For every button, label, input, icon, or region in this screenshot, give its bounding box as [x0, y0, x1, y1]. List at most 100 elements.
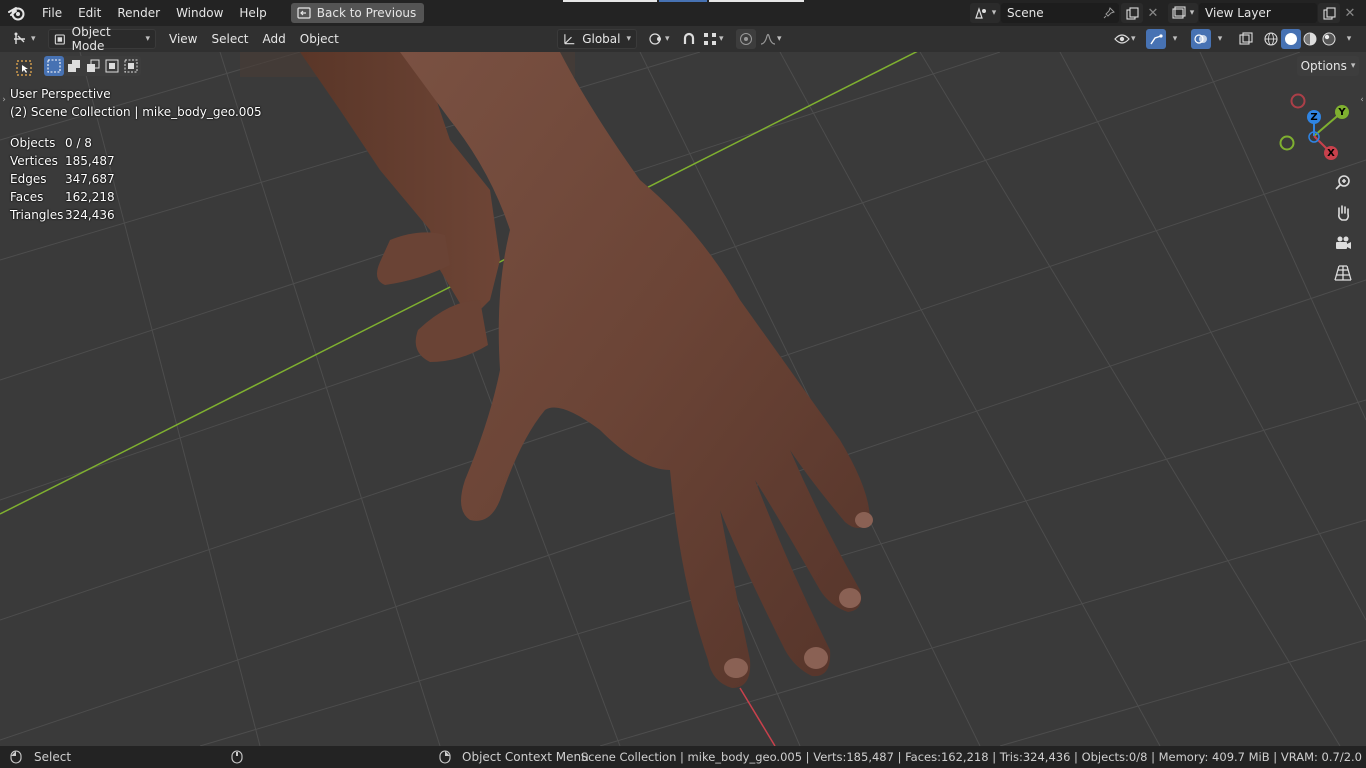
rendered-shading-button[interactable] — [1319, 29, 1339, 49]
editor-type-icon — [14, 32, 25, 44]
status-info: Scene Collection | mike_body_geo.005 | V… — [580, 750, 1362, 764]
overlay-icon — [1194, 34, 1207, 44]
gizmo-dropdown[interactable]: ▾ — [1167, 29, 1183, 49]
gizmo-y-axis[interactable]: Y — [1335, 105, 1349, 119]
toolbar-expand-arrow[interactable]: › — [0, 94, 8, 106]
blender-logo-icon[interactable] — [0, 0, 34, 26]
new-scene-button[interactable] — [1121, 3, 1143, 23]
workspace-tab-indicator[interactable] — [563, 0, 657, 2]
stat-value: 347,687 — [65, 172, 115, 186]
duplicate-icon — [1322, 6, 1336, 20]
wireframe-shading-icon — [1264, 32, 1278, 46]
pin-scene-icon[interactable] — [1101, 5, 1117, 21]
options-dropdown[interactable]: Options ▾ — [1297, 56, 1359, 76]
scene-icon — [974, 7, 986, 19]
material-shading-button[interactable] — [1300, 29, 1320, 49]
sidebar-expand-arrow[interactable]: ‹ — [1358, 94, 1366, 106]
gizmo-toggle[interactable] — [1146, 29, 1166, 49]
transform-orientation-label: Global — [582, 32, 621, 46]
view-layer-name-field[interactable]: View Layer — [1199, 3, 1317, 23]
falloff-curve-icon — [760, 33, 776, 45]
pivot-icon — [649, 33, 661, 45]
overlay-dropdown[interactable]: ▾ — [1212, 29, 1228, 49]
pan-button[interactable] — [1331, 201, 1355, 225]
proportional-falloff-button[interactable]: ▾ — [758, 29, 788, 49]
stat-row-edges: Edges 347,687 — [10, 170, 115, 188]
visibility-dropdown[interactable]: ▾ — [1112, 29, 1142, 49]
back-icon — [297, 7, 311, 19]
scene-name: Scene — [1007, 6, 1044, 20]
stat-row-vertices: Vertices 185,487 — [10, 152, 115, 170]
stat-label: Vertices — [10, 154, 58, 168]
menu-view[interactable]: View — [162, 32, 204, 46]
select-mode-invert[interactable] — [102, 56, 122, 76]
ortho-perspective-button[interactable] — [1331, 261, 1355, 285]
stat-label: Objects — [10, 136, 56, 150]
stat-row-objects: Objects 0 / 8 — [10, 134, 115, 152]
select-tool-button[interactable] — [12, 56, 36, 80]
wireframe-shading-button[interactable] — [1261, 29, 1281, 49]
solid-shading-icon — [1285, 33, 1297, 45]
menu-object[interactable]: Object — [293, 32, 346, 46]
status-left-action: Select — [34, 750, 72, 764]
stat-value: 162,218 — [65, 190, 115, 204]
scene-statistics: Objects 0 / 8 Vertices 185,487 Edges 347… — [10, 134, 115, 224]
object-mode-icon — [54, 33, 65, 45]
mouse-icon — [439, 750, 451, 764]
snap-target-button[interactable]: ▾ — [701, 29, 731, 49]
transform-orientation-dropdown[interactable]: Global ▾ — [557, 29, 637, 49]
gizmo-x-axis[interactable]: X — [1324, 146, 1338, 160]
proportional-editing-toggle[interactable] — [736, 29, 756, 49]
back-to-previous-button[interactable]: Back to Previous — [290, 3, 425, 23]
select-mode-extend[interactable] — [64, 56, 84, 76]
rendered-shading-icon — [1322, 32, 1336, 46]
scene-browser-button[interactable]: ▾ — [970, 3, 1000, 23]
shading-dropdown[interactable]: ▾ — [1341, 29, 1357, 49]
menu-help[interactable]: Help — [231, 0, 274, 26]
editor-type-button[interactable]: ▾ — [10, 29, 40, 49]
camera-view-button[interactable] — [1331, 231, 1355, 255]
menu-file[interactable]: File — [34, 0, 70, 26]
overlay-toggle[interactable] — [1191, 29, 1211, 49]
status-middle-action: Object Context Menu — [462, 750, 589, 764]
navigation-gizmo[interactable]: Y Z X — [1276, 90, 1356, 170]
stat-label: Triangles — [10, 208, 64, 222]
object-mode-dropdown[interactable]: Object Mode ▾ — [48, 25, 156, 53]
pivot-point-button[interactable]: ▾ — [645, 29, 675, 49]
pan-hand-icon — [1338, 205, 1350, 221]
select-mode-new[interactable] — [44, 56, 64, 76]
workspace-tab-indicator-2[interactable] — [709, 0, 804, 2]
gizmo-icon — [1150, 34, 1163, 45]
3d-viewport[interactable]: User Perspective (2) Scene Collection | … — [0, 52, 1366, 746]
delete-view-layer-button[interactable]: ✕ — [1341, 3, 1359, 23]
workspace-tab-active-indicator[interactable] — [659, 0, 707, 2]
close-icon: ✕ — [1147, 5, 1159, 21]
menu-edit[interactable]: Edit — [70, 0, 109, 26]
xray-toggle[interactable] — [1236, 29, 1256, 49]
duplicate-icon — [1125, 6, 1139, 20]
menu-add[interactable]: Add — [256, 32, 293, 46]
snap-toggle[interactable] — [679, 29, 699, 49]
gizmo-x-label: X — [1327, 147, 1335, 159]
delete-scene-button[interactable]: ✕ — [1144, 3, 1162, 23]
select-mode-subtract[interactable] — [83, 56, 103, 76]
select-box-icon — [16, 60, 32, 76]
stat-label: Faces — [10, 190, 44, 204]
solid-shading-button[interactable] — [1281, 29, 1301, 49]
menu-window[interactable]: Window — [168, 0, 231, 26]
status-bar: Select Object Context Menu Scene Collect… — [0, 746, 1366, 768]
proportional-icon — [740, 33, 752, 45]
select-mode-intersect[interactable] — [121, 56, 141, 76]
viewport-header: ▾ Object Mode ▾ View Select Add Object G… — [0, 25, 1366, 53]
gizmo-z-axis[interactable]: Z — [1307, 110, 1321, 124]
mouse-icon — [10, 750, 22, 764]
active-collection-label: (2) Scene Collection | mike_body_geo.005 — [10, 105, 262, 119]
zoom-button[interactable] — [1331, 171, 1355, 195]
menu-render[interactable]: Render — [109, 0, 168, 26]
snap-grid-icon — [704, 33, 716, 45]
select-extend-icon — [68, 60, 80, 72]
menu-select[interactable]: Select — [204, 32, 255, 46]
visibility-icon — [1114, 34, 1130, 44]
view-layer-browser-button[interactable]: ▾ — [1168, 3, 1198, 23]
new-view-layer-button[interactable] — [1318, 3, 1340, 23]
